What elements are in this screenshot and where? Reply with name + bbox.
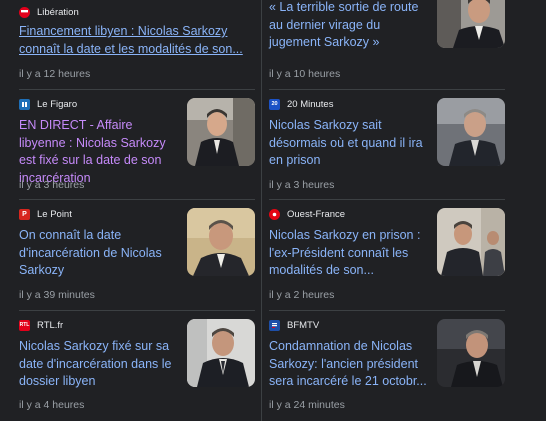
source-name: 20 Minutes [287, 98, 334, 110]
article-title[interactable]: Nicolas Sarkozy en prison : l'ex-Préside… [269, 227, 429, 280]
article-time: il y a 12 heures [19, 68, 91, 80]
article-title[interactable]: EN DIRECT - Affaire libyenne : Nicolas S… [19, 117, 179, 187]
article-time: il y a 24 minutes [269, 399, 345, 411]
source-name: Le Figaro [37, 98, 78, 110]
source-name: Le Point [37, 208, 72, 220]
20-minutes-logo-icon: 20 [269, 98, 280, 110]
article-thumbnail[interactable] [437, 208, 505, 276]
article-title[interactable]: Condamnation de Nicolas Sarkozy: l'ancie… [269, 338, 429, 391]
news-card-opinion[interactable]: « La terrible sortie de route au dernier… [269, 0, 505, 90]
article-title[interactable]: Financement libyen : Nicolas Sarkozy con… [19, 23, 255, 58]
article-title[interactable]: Nicolas Sarkozy fixé sur sa date d'incar… [19, 338, 179, 391]
rtl-logo-icon: RTL [19, 319, 30, 331]
le-figaro-logo-icon [19, 98, 30, 110]
news-card-20-minutes[interactable]: 20 20 Minutes Nicolas Sarkozy sait désor… [269, 90, 505, 200]
article-thumbnail[interactable] [437, 0, 505, 48]
source-row[interactable]: RTL RTL.fr [19, 318, 63, 332]
article-thumbnail[interactable] [187, 319, 255, 387]
news-card-le-figaro[interactable]: Le Figaro EN DIRECT - Affaire libyenne :… [19, 90, 255, 200]
article-time: il y a 3 heures [269, 179, 335, 191]
article-time: il y a 3 heures [19, 179, 85, 191]
bfmtv-logo-icon [269, 319, 280, 331]
source-row[interactable]: Le Figaro [19, 97, 77, 111]
article-time: il y a 10 heures [269, 68, 341, 80]
source-row[interactable]: Libération [19, 5, 79, 19]
article-thumbnail[interactable] [437, 98, 505, 166]
article-title[interactable]: « La terrible sortie de route au dernier… [269, 0, 425, 52]
ouest-france-logo-icon [269, 208, 280, 220]
source-name: RTL.fr [37, 319, 64, 331]
article-thumbnail[interactable] [187, 208, 255, 276]
liberation-logo-icon [19, 6, 30, 18]
source-row[interactable]: 20 20 Minutes [269, 97, 333, 111]
article-thumbnail[interactable] [437, 319, 505, 387]
source-row[interactable]: Ouest-France [269, 207, 345, 221]
article-thumbnail[interactable] [187, 98, 255, 166]
column-divider [261, 0, 262, 421]
news-card-rtl[interactable]: RTL RTL.fr Nicolas Sarkozy fixé sur sa d… [19, 311, 255, 421]
source-row[interactable]: BFMTV [269, 318, 319, 332]
source-name: Libération [37, 6, 79, 18]
article-title[interactable]: On connaît la date d'incarcération de Ni… [19, 227, 179, 280]
le-point-logo-icon: P [19, 208, 30, 220]
source-name: BFMTV [287, 319, 320, 331]
article-title[interactable]: Nicolas Sarkozy sait désormais où et qua… [269, 117, 429, 170]
article-time: il y a 2 heures [269, 289, 335, 301]
article-time: il y a 39 minutes [19, 289, 95, 301]
article-time: il y a 4 heures [19, 399, 85, 411]
news-card-le-point[interactable]: P Le Point On connaît la date d'incarcér… [19, 200, 255, 311]
source-name: Ouest-France [287, 208, 346, 220]
news-card-bfmtv[interactable]: BFMTV Condamnation de Nicolas Sarkozy: l… [269, 311, 505, 421]
source-row[interactable]: P Le Point [19, 207, 72, 221]
news-card-ouest-france[interactable]: Ouest-France Nicolas Sarkozy en prison :… [269, 200, 505, 311]
news-card-liberation[interactable]: Libération Financement libyen : Nicolas … [19, 0, 255, 90]
